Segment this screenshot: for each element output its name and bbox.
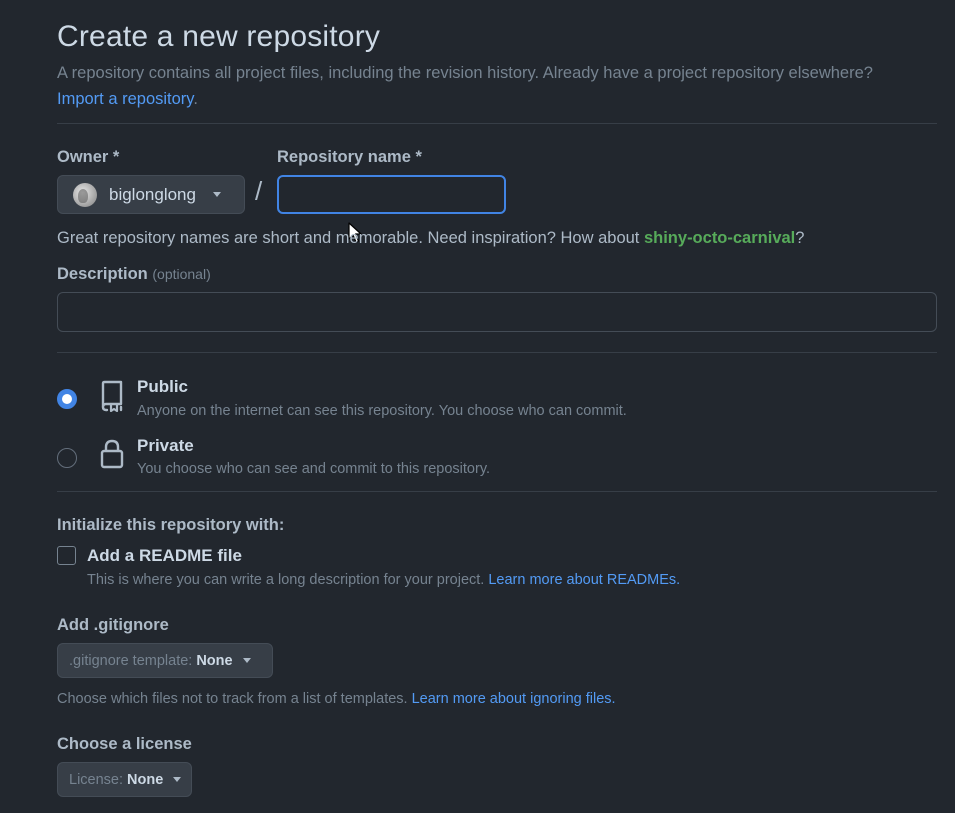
owner-label: Owner * xyxy=(57,148,120,166)
page-title: Create a new repository xyxy=(57,20,381,53)
lock-icon xyxy=(100,439,124,469)
public-title: Public xyxy=(137,377,189,396)
description-label: Description (optional) xyxy=(57,265,211,284)
gitignore-prefix: .gitignore template: xyxy=(69,652,193,669)
gitignore-desc-text: Choose which files not to track from a l… xyxy=(57,691,408,707)
chevron-down-icon xyxy=(242,658,251,663)
gitignore-description: Choose which files not to track from a l… xyxy=(57,691,616,707)
divider xyxy=(57,352,937,353)
divider xyxy=(57,123,937,124)
gitignore-heading: Add .gitignore xyxy=(57,616,169,634)
hint-text: Great repository names are short and mem… xyxy=(57,229,644,247)
repository-name-input[interactable] xyxy=(277,175,506,214)
gitignore-template-dropdown[interactable]: .gitignore template: None xyxy=(57,643,273,678)
readme-learn-more-link[interactable]: Learn more about READMEs. xyxy=(488,572,680,588)
license-dropdown[interactable]: License: None xyxy=(57,762,192,797)
chevron-down-icon xyxy=(212,192,221,197)
readme-description: This is where you can write a long descr… xyxy=(87,572,680,588)
optional-tag: (optional) xyxy=(152,266,211,282)
import-link-suffix: . xyxy=(193,90,198,108)
readme-desc-text: This is where you can write a long descr… xyxy=(87,572,485,588)
license-heading: Choose a license xyxy=(57,735,192,753)
import-repository-link[interactable]: Import a repository xyxy=(57,90,193,108)
page-subtitle: A repository contains all project files,… xyxy=(57,64,873,82)
description-label-text: Description xyxy=(57,265,148,283)
public-description: Anyone on the internet can see this repo… xyxy=(137,403,627,419)
owner-name: biglonglong xyxy=(109,184,196,204)
initialize-heading: Initialize this repository with: xyxy=(57,516,285,534)
repo-book-icon xyxy=(101,380,123,412)
divider xyxy=(57,491,937,492)
gitignore-value: None xyxy=(196,652,233,669)
public-radio[interactable] xyxy=(57,389,77,409)
name-suggestion-link[interactable]: shiny-octo-carnival xyxy=(644,229,795,247)
private-radio[interactable] xyxy=(57,448,77,468)
hint-suffix: ? xyxy=(795,229,805,247)
import-repository-link-row: Import a repository. xyxy=(57,90,198,109)
owner-dropdown[interactable]: biglonglong xyxy=(57,175,245,214)
license-prefix: License: xyxy=(69,771,124,788)
chevron-down-icon xyxy=(173,777,182,782)
repository-name-label: Repository name * xyxy=(277,148,422,166)
private-description: You choose who can see and commit to thi… xyxy=(137,461,491,477)
readme-checkbox[interactable] xyxy=(57,546,76,565)
avatar xyxy=(73,182,97,207)
license-value: None xyxy=(127,771,164,788)
gitignore-learn-more-link[interactable]: Learn more about ignoring files. xyxy=(412,691,616,707)
owner-repo-separator: / xyxy=(255,176,263,206)
repository-name-hint: Great repository names are short and mem… xyxy=(57,229,804,248)
private-title: Private xyxy=(137,436,194,455)
readme-label[interactable]: Add a README file xyxy=(87,546,242,566)
description-input[interactable] xyxy=(57,292,937,332)
create-repository-page: Create a new repository A repository con… xyxy=(0,0,955,813)
